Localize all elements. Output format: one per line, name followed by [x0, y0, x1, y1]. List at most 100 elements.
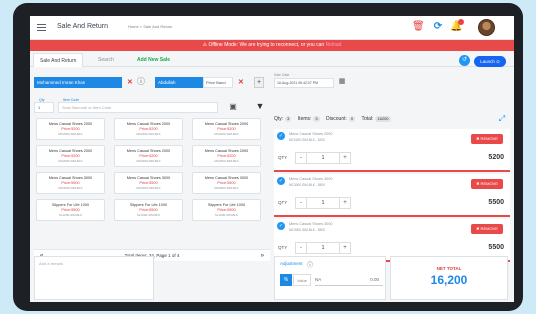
- product-card[interactable]: Mens Casual Shoes 2000 Price:5200 MC2000-S…: [36, 118, 105, 140]
- cart-item-total: 5500: [488, 244, 504, 251]
- price-band-field[interactable]: Price Band: [203, 77, 233, 88]
- adjustment-label: Adjustment: [280, 261, 303, 266]
- product-price: Price:5200: [139, 127, 158, 131]
- next-page-button[interactable]: »: [261, 250, 264, 262]
- increment-button[interactable]: +: [339, 242, 351, 254]
- clear-salesperson-icon[interactable]: ✕: [238, 77, 244, 88]
- product-code: SL1000-SIM-BLK: [136, 213, 161, 217]
- product-card[interactable]: Slippers For Life 1000 Price:5500 SL1000-S…: [192, 199, 261, 221]
- product-card[interactable]: Mens Casual Shoes 2000 Price:5200 MC2000-S…: [36, 145, 105, 167]
- product-code: MC2000-SIM-BLK: [58, 159, 83, 163]
- item-code-input[interactable]: Scan Barcode or Item Code: [58, 102, 218, 113]
- top-bar: Sale And Return Home > Sale And Return 🗑…: [30, 16, 514, 40]
- increment-button[interactable]: +: [339, 152, 351, 164]
- user-avatar[interactable]: [478, 19, 495, 36]
- product-name: Mens Casual Shoes 2000: [48, 149, 93, 153]
- launch-button[interactable]: Launch ⊙: [474, 56, 506, 67]
- customer-field[interactable]: Mohammed Imran Khan: [34, 77, 122, 88]
- product-name: Mens Casual Shoes 3000: [126, 176, 171, 180]
- expand-icon[interactable]: ⤢: [496, 113, 508, 125]
- product-code: MC2000-SIM-BLK: [214, 132, 239, 136]
- increment-button[interactable]: +: [339, 197, 351, 209]
- reset-button[interactable]: ↺: [459, 55, 470, 66]
- calendar-icon[interactable]: ▦: [336, 76, 348, 88]
- product-name: Mens Casual Shoes 2000: [204, 149, 249, 153]
- tab-sale-and-return[interactable]: Sale And Return: [33, 53, 84, 67]
- product-card[interactable]: Slippers For Life 1000 Price:5500 SL1000-S…: [114, 199, 183, 221]
- product-card[interactable]: Mens Casual Shoes 2000 Price:5200 MC2000-S…: [114, 145, 183, 167]
- sale-date-field[interactable]: 16-Aug-2021 06:42:07 PM: [274, 78, 334, 88]
- product-card[interactable]: Mens Casual Shoes 3000 Price:5500 MC3000-S…: [114, 172, 183, 194]
- product-price: Price:5500: [217, 208, 236, 212]
- banner-text: Offline Mode: We are trying to reconnect…: [208, 42, 326, 48]
- product-name: Mens Casual Shoes 2000: [126, 149, 171, 153]
- product-price: Price:5200: [217, 154, 236, 158]
- cart-item-total: 5500: [488, 199, 504, 206]
- trash-icon[interactable]: 🗑: [412, 21, 425, 33]
- decrement-button[interactable]: -: [295, 197, 307, 209]
- notification-badge: [458, 19, 464, 25]
- salesperson-field[interactable]: Abdullah: [155, 77, 203, 88]
- qty-input[interactable]: 1: [34, 102, 54, 113]
- reload-link[interactable]: Reload: [326, 42, 342, 48]
- remove-button[interactable]: ✖ REMOVE: [471, 224, 503, 234]
- remove-button[interactable]: ✖ REMOVE: [471, 179, 503, 189]
- tab-search[interactable]: Search: [92, 53, 120, 67]
- barcode-scan-icon[interactable]: ▣: [227, 101, 239, 113]
- product-price: Price:5200: [61, 127, 80, 131]
- remove-button[interactable]: ✖ REMOVE: [471, 134, 503, 144]
- cart-qty-input[interactable]: 1: [307, 197, 339, 209]
- product-code: MC2000-SIM-BLK: [58, 132, 83, 136]
- hamburger-menu-icon[interactable]: [37, 24, 46, 31]
- product-name: Slippers For Life 1000: [51, 203, 90, 207]
- cart-item-code: MC3000-SIM-BLK - 5500: [289, 183, 325, 187]
- cart-qty-label: QTY: [278, 245, 288, 250]
- qty-summary-label: Qty:: [274, 116, 284, 122]
- item-check-icon[interactable]: ✓: [277, 177, 285, 185]
- clear-customer-icon[interactable]: ✕: [127, 77, 133, 88]
- cart-item-name: Mens Casual Shoes 2000: [289, 132, 333, 136]
- item-check-icon[interactable]: ✓: [277, 222, 285, 230]
- cart-qty-label: QTY: [278, 200, 288, 205]
- add-salesperson-button[interactable]: +: [254, 77, 264, 88]
- cart-item-name: Mens Casual Shoes 3000: [289, 177, 333, 181]
- product-price: Price:5200: [217, 127, 236, 131]
- qty-summary-value: 3: [285, 116, 292, 122]
- cart-item-code: MC2000-SIM-BLK - 5200: [289, 138, 325, 142]
- cart-qty-input[interactable]: 1: [307, 152, 339, 164]
- remarks-input[interactable]: Add a remark: [34, 256, 154, 300]
- info-icon[interactable]: ⓘ: [135, 76, 147, 88]
- adjustment-input[interactable]: NA 0.00: [315, 274, 383, 286]
- discount-summary-label: Discount:: [326, 116, 347, 122]
- net-total-value: 16,200: [430, 273, 468, 287]
- item-check-icon[interactable]: ✓: [277, 132, 285, 140]
- product-card[interactable]: Mens Casual Shoes 2000 Price:5200 MC2000-S…: [192, 145, 261, 167]
- breadcrumb[interactable]: Home > Sale And Return: [128, 24, 172, 29]
- product-card[interactable]: Mens Casual Shoes 3000 Price:5500 MC3000-S…: [36, 172, 105, 194]
- cart-qty-input[interactable]: 1: [307, 242, 339, 254]
- percent-toggle[interactable]: %: [280, 274, 292, 286]
- product-name: Mens Casual Shoes 2000: [204, 122, 249, 126]
- tab-add-new-sale[interactable]: Add New Sale: [131, 53, 176, 67]
- offline-banner: ⚠ Offline Mode: We are trying to reconne…: [30, 40, 514, 51]
- value-toggle[interactable]: Value: [293, 274, 311, 286]
- items-summary-label: Items:: [297, 116, 312, 122]
- product-code: MC2000-SIM-BLK: [136, 159, 161, 163]
- refresh-icon[interactable]: ⟳: [432, 21, 444, 33]
- product-code: SL1000-SIM-BLK: [214, 213, 239, 217]
- decrement-button[interactable]: -: [295, 242, 307, 254]
- product-price: Price:5500: [139, 181, 158, 185]
- adjustment-info-icon[interactable]: ⓘ: [307, 260, 313, 269]
- app-screen: Sale And Return Home > Sale And Return 🗑…: [30, 16, 514, 302]
- decrement-button[interactable]: -: [295, 152, 307, 164]
- total-summary-value: 16200: [375, 116, 391, 122]
- total-summary-label: Total:: [361, 116, 374, 122]
- filter-icon[interactable]: ▼: [254, 100, 266, 112]
- product-card[interactable]: Slippers For Life 1000 Price:5500 SL1000-S…: [36, 199, 105, 221]
- product-code: MC3000-SIM-BLK: [58, 186, 83, 190]
- product-card[interactable]: Mens Casual Shoes 2000 Price:5200 MC2000-S…: [114, 118, 183, 140]
- product-card[interactable]: Mens Casual Shoes 3000 Price:5500 MC3000-S…: [192, 172, 261, 194]
- product-price: Price:5500: [61, 208, 80, 212]
- product-code: MC2000-SIM-BLK: [214, 159, 239, 163]
- product-card[interactable]: Mens Casual Shoes 2000 Price:5200 MC2000-S…: [192, 118, 261, 140]
